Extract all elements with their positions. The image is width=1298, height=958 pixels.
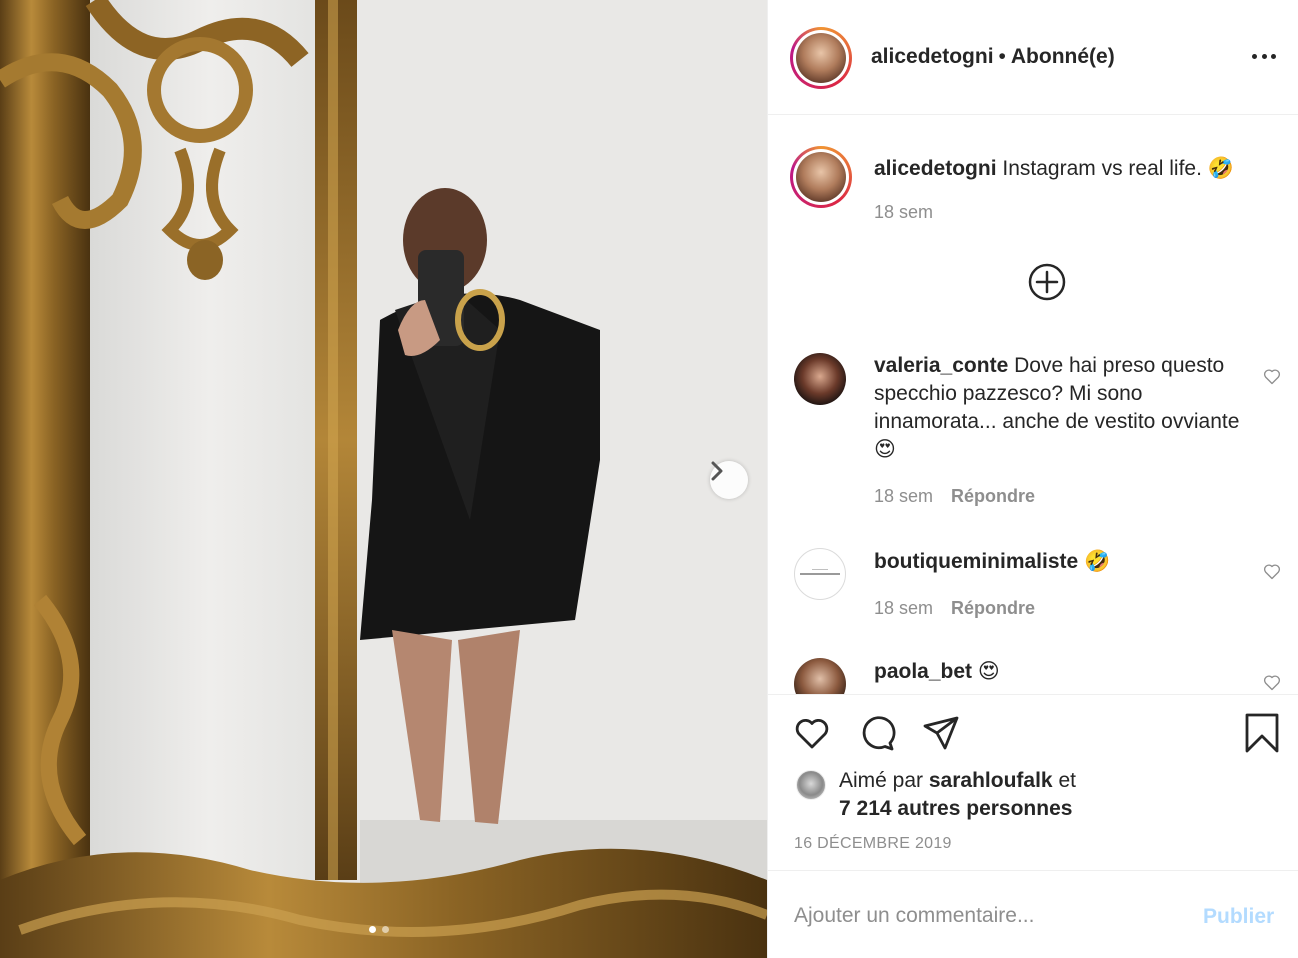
bookmark-icon[interactable] [1242, 713, 1282, 753]
next-photo-button[interactable] [710, 461, 748, 499]
comment-like-icon[interactable] [1262, 366, 1282, 386]
caption-time: 18 sem [874, 202, 934, 222]
author-username[interactable]: alicedetogni [871, 45, 994, 68]
add-comment-bar: Publier [768, 870, 1298, 958]
caption-text: alicedetogni Instagram vs real life. 🤣 [874, 155, 1274, 183]
comment-body: 😍 [977, 660, 1000, 683]
chevron-right-icon [711, 461, 723, 481]
caption-username[interactable]: alicedetogni [874, 157, 997, 180]
likes-count[interactable]: 7 214 autres personnes [839, 797, 1072, 820]
post-photo[interactable] [0, 0, 767, 958]
comment-username[interactable]: valeria_conte [874, 354, 1008, 377]
comment-meta: 18 sem Répondre [874, 598, 1035, 619]
caption-avatar[interactable] [790, 146, 852, 208]
caption-body: Instagram vs real life. 🤣 [1002, 157, 1234, 180]
load-more-comments-button[interactable] [1027, 262, 1067, 302]
commenter-avatar[interactable] [794, 658, 846, 694]
header-separator: • [998, 45, 1006, 68]
publish-button[interactable]: Publier [1203, 905, 1274, 929]
boutique-logo-icon [800, 569, 840, 575]
comment-body: 🤣 [1084, 550, 1111, 573]
comment-time: 18 sem [874, 486, 934, 506]
likes-connector: et [1058, 769, 1076, 792]
carousel-dot-1 [369, 926, 376, 933]
comment-input[interactable] [794, 901, 1174, 931]
comment-text: valeria_conte Dove hai preso questo spec… [874, 352, 1244, 464]
header-title: alicedetogni • Abonné(e) [871, 44, 1115, 70]
likes-prefix: Aimé par [839, 769, 924, 792]
likes-text: Aimé par sarahloufalk et 7 214 autres pe… [839, 767, 1169, 823]
comment-meta: 18 sem Répondre [874, 486, 1035, 507]
plus-circle-icon [1028, 263, 1066, 301]
liker-username[interactable]: sarahloufalk [929, 769, 1053, 792]
photo-illustration [0, 0, 767, 958]
comment-like-icon[interactable] [1262, 672, 1282, 692]
more-icon[interactable] [1252, 48, 1276, 64]
commenter-avatar[interactable] [794, 548, 846, 600]
post-panel: alicedetogni • Abonné(e) alicedetogni Inst… [767, 0, 1298, 958]
comment-like-icon[interactable] [1262, 561, 1282, 581]
carousel-indicator [369, 926, 389, 933]
reply-button[interactable]: Répondre [951, 486, 1035, 506]
comment-icon[interactable] [857, 713, 897, 753]
post-header: alicedetogni • Abonné(e) [768, 0, 1298, 115]
comments-list[interactable]: alicedetogni Instagram vs real life. 🤣 1… [768, 116, 1298, 694]
comment-text: boutiqueminimaliste 🤣 [874, 548, 1244, 576]
post-date[interactable]: 16 DÉCEMBRE 2019 [794, 835, 952, 853]
reply-button[interactable]: Répondre [951, 598, 1035, 618]
carousel-dot-2 [382, 926, 389, 933]
comment-username[interactable]: paola_bet [874, 660, 972, 683]
share-icon[interactable] [921, 713, 961, 753]
comment-text: paola_bet 😍 [874, 658, 1244, 686]
commenter-avatar[interactable] [794, 353, 846, 405]
follow-status[interactable]: Abonné(e) [1011, 45, 1115, 68]
comment-time: 18 sem [874, 598, 934, 618]
post-actions: Aimé par sarahloufalk et 7 214 autres pe… [768, 694, 1298, 870]
author-avatar[interactable] [790, 27, 852, 89]
heart-icon[interactable] [792, 713, 832, 753]
comment-username[interactable]: boutiqueminimaliste [874, 550, 1078, 573]
liker-avatar[interactable] [796, 770, 826, 800]
